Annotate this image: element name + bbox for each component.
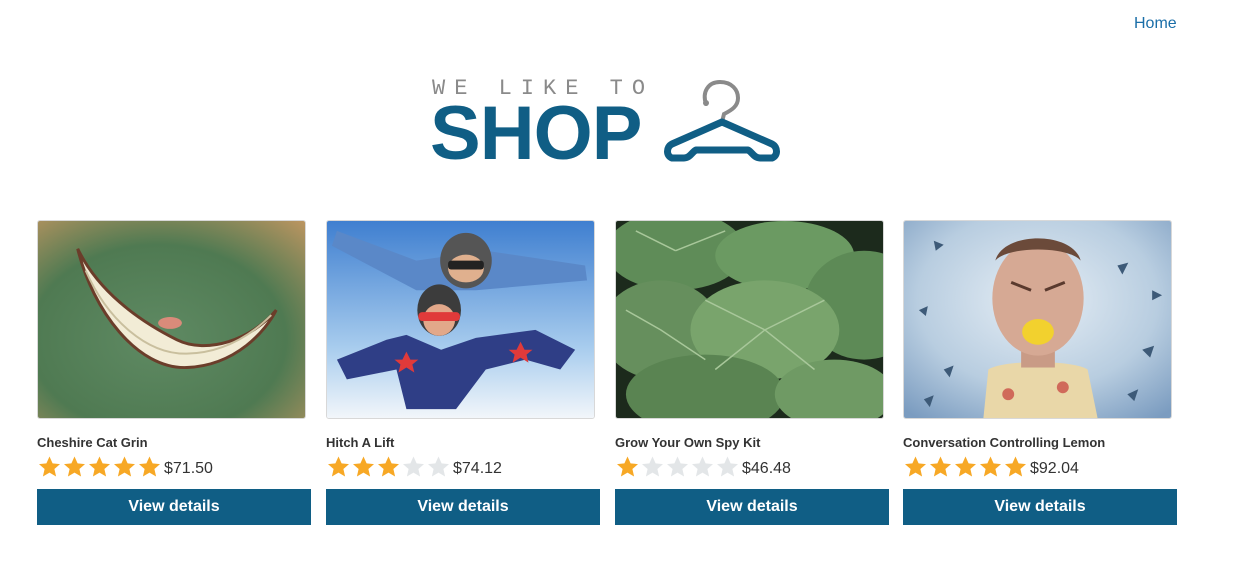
star-empty-icon xyxy=(403,456,424,477)
star-filled-icon xyxy=(1005,456,1026,477)
hanger-icon xyxy=(664,79,780,162)
product-card: Hitch A Lift $74.12 View details xyxy=(326,220,600,525)
star-empty-icon xyxy=(717,456,738,477)
leaves-image xyxy=(616,221,883,418)
view-details-button[interactable]: View details xyxy=(326,489,600,525)
star-filled-icon xyxy=(139,456,160,477)
view-details-button[interactable]: View details xyxy=(903,489,1177,525)
star-rating xyxy=(37,455,162,479)
product-image[interactable] xyxy=(37,220,306,419)
product-card: Conversation Controlling Lemon $92.04 Vi… xyxy=(903,220,1177,525)
view-details-button[interactable]: View details xyxy=(37,489,311,525)
star-rating xyxy=(903,455,1028,479)
product-card: Cheshire Cat Grin $71.50 View details xyxy=(37,220,311,525)
grinning-mouth-image xyxy=(38,221,305,418)
star-filled-icon xyxy=(114,456,135,477)
product-image[interactable] xyxy=(903,220,1172,419)
star-filled-icon xyxy=(353,456,374,477)
product-price: $74.12 xyxy=(453,459,502,477)
logo-word: SHOP xyxy=(430,91,642,176)
star-rating xyxy=(615,455,740,479)
star-empty-icon xyxy=(642,456,663,477)
home-link[interactable]: Home xyxy=(1134,15,1177,33)
product-title: Conversation Controlling Lemon xyxy=(903,435,1106,450)
star-filled-icon xyxy=(617,456,638,477)
star-filled-icon xyxy=(930,456,951,477)
skydivers-image xyxy=(327,221,594,418)
star-rating xyxy=(326,455,451,479)
star-filled-icon xyxy=(89,456,110,477)
star-filled-icon xyxy=(905,456,926,477)
product-title: Cheshire Cat Grin xyxy=(37,435,148,450)
star-empty-icon xyxy=(428,456,449,477)
product-price: $46.48 xyxy=(742,459,791,477)
man-with-lemon-image xyxy=(904,221,1171,418)
star-empty-icon xyxy=(692,456,713,477)
star-filled-icon xyxy=(955,456,976,477)
product-title: Hitch A Lift xyxy=(326,435,395,450)
star-filled-icon xyxy=(328,456,349,477)
product-image[interactable] xyxy=(615,220,884,419)
star-filled-icon xyxy=(378,456,399,477)
star-empty-icon xyxy=(667,456,688,477)
star-filled-icon xyxy=(39,456,60,477)
product-card: Grow Your Own Spy Kit $46.48 View detail… xyxy=(615,220,889,525)
star-filled-icon xyxy=(980,456,1001,477)
product-grid: Cheshire Cat Grin $71.50 View details Hi… xyxy=(37,220,1187,540)
product-price: $92.04 xyxy=(1030,459,1079,477)
site-logo: WE LIKE TO SHOP xyxy=(430,72,790,172)
product-title: Grow Your Own Spy Kit xyxy=(615,435,761,450)
star-filled-icon xyxy=(64,456,85,477)
product-image[interactable] xyxy=(326,220,595,419)
view-details-button[interactable]: View details xyxy=(615,489,889,525)
product-price: $71.50 xyxy=(164,459,213,477)
